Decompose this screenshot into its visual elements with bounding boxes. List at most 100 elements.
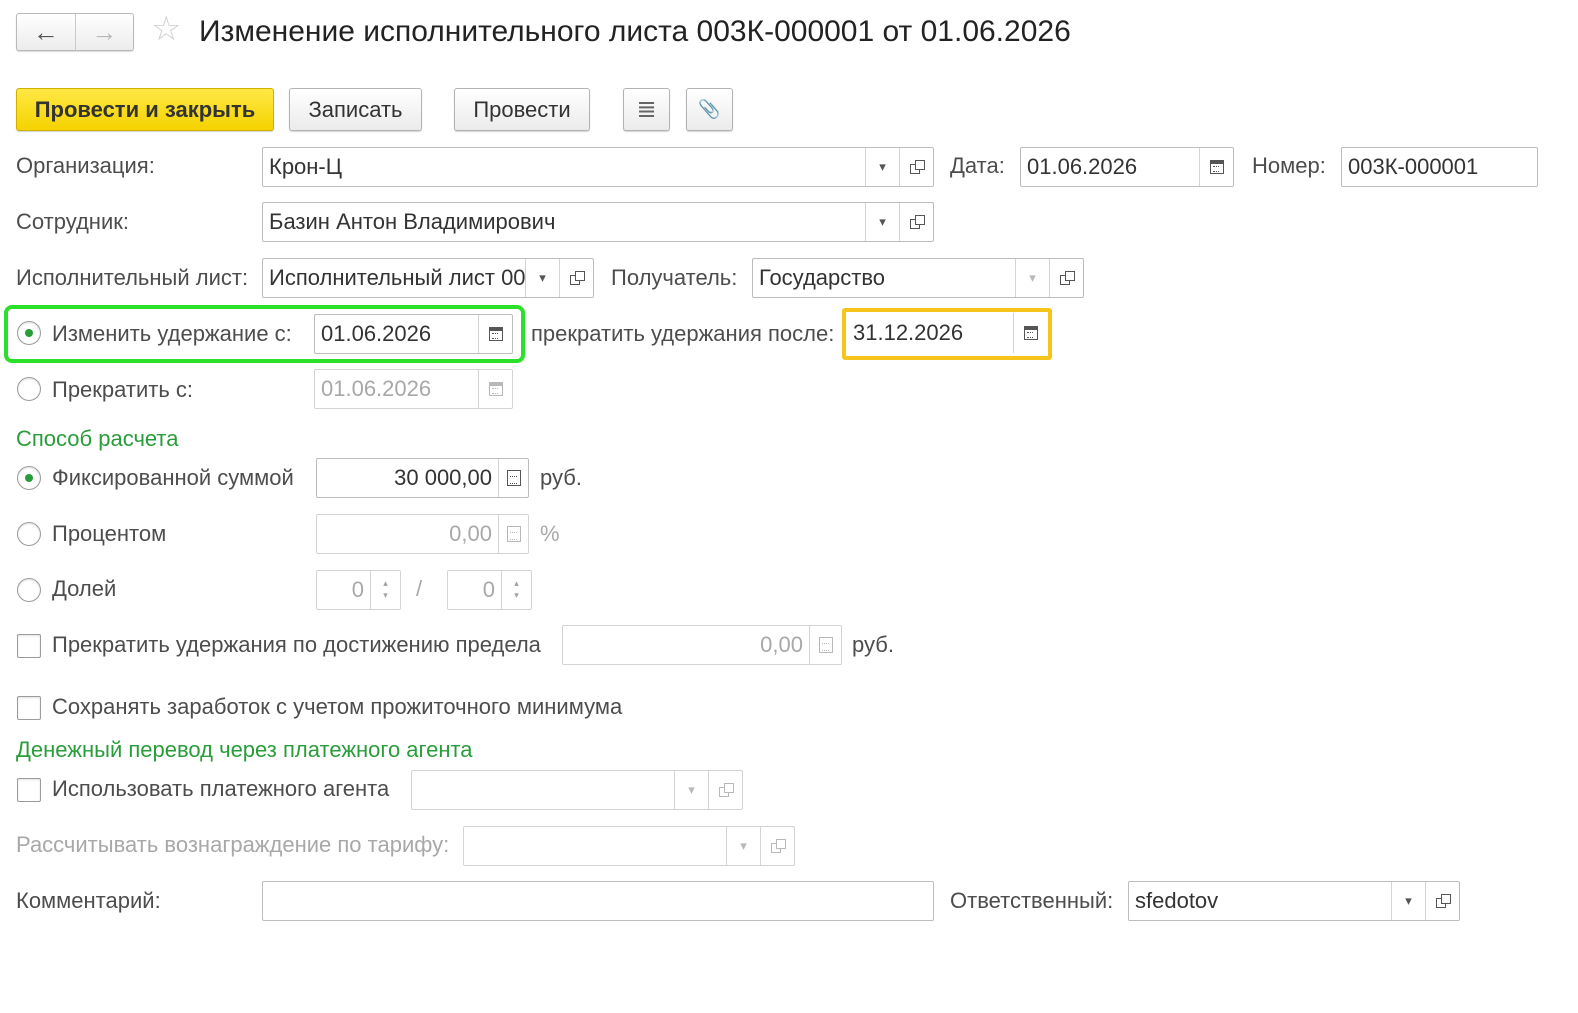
change-from-date-value[interactable]: 01.06.2026	[315, 315, 478, 353]
stop-after-date-value[interactable]: 31.12.2026	[847, 313, 1013, 353]
open-icon[interactable]	[760, 827, 794, 865]
calendar-icon[interactable]	[478, 315, 512, 353]
fixed-amount-unit: руб.	[540, 465, 582, 490]
limit-label: Прекратить удержания по достижению преде…	[52, 632, 541, 657]
organization-label: Организация:	[16, 153, 155, 178]
agent-field[interactable]: ▾	[411, 770, 743, 810]
writ-label: Исполнительный лист:	[16, 265, 249, 290]
change-from-radio[interactable]	[17, 321, 41, 345]
fixed-amount-value[interactable]: 30 000,00	[317, 459, 498, 497]
organization-value[interactable]: Крон-Ц	[263, 148, 865, 186]
responsible-field[interactable]: sfedotov ▾	[1128, 881, 1460, 921]
dropdown-icon[interactable]: ▾	[726, 827, 760, 865]
open-icon[interactable]	[1425, 882, 1459, 920]
stop-from-radio[interactable]	[17, 377, 41, 401]
tariff-label: Рассчитывать вознаграждение по тарифу:	[16, 832, 450, 857]
tariff-value[interactable]	[464, 827, 726, 865]
agent-value[interactable]	[412, 771, 674, 809]
number-value[interactable]: 003К-000001	[1342, 148, 1537, 186]
dropdown-icon[interactable]: ▾	[1015, 259, 1049, 297]
spinner-icon[interactable]: ▴ ▾	[501, 571, 531, 609]
date-field[interactable]: 01.06.2026	[1020, 147, 1234, 187]
page-title: Изменение исполнительного листа 003К-000…	[199, 15, 1071, 48]
recipient-label: Получатель:	[611, 265, 738, 290]
stop-after-label: прекратить удержания после:	[531, 321, 835, 346]
percent-unit: %	[540, 521, 560, 546]
stop-after-date-field[interactable]: 31.12.2026	[847, 313, 1047, 353]
calendar-icon[interactable]	[478, 370, 512, 408]
percent-field[interactable]: 0,00	[316, 514, 529, 554]
spinner-icon[interactable]: ▴ ▾	[370, 571, 400, 609]
open-icon[interactable]	[1049, 259, 1083, 297]
recipient-value[interactable]: Государство	[753, 259, 1015, 297]
change-from-date-field[interactable]: 01.06.2026	[314, 314, 513, 354]
comment-label: Комментарий:	[16, 888, 161, 913]
keep-minimum-checkbox[interactable]	[17, 696, 41, 720]
dropdown-icon[interactable]: ▾	[865, 148, 899, 186]
save-button[interactable]: Записать	[289, 88, 422, 131]
organization-field[interactable]: Крон-Ц ▾	[262, 147, 934, 187]
employee-value[interactable]: Базин Антон Владимирович	[263, 203, 865, 241]
use-agent-checkbox[interactable]	[17, 778, 41, 802]
report-icon[interactable]: ≣	[623, 88, 670, 131]
favorite-star-icon[interactable]: ☆	[151, 12, 181, 46]
limit-value[interactable]: 0,00	[563, 626, 809, 664]
writ-value[interactable]: Исполнительный лист 00	[263, 259, 525, 297]
dropdown-icon[interactable]: ▾	[674, 771, 708, 809]
transfer-section-header: Денежный перевод через платежного агента	[16, 737, 473, 762]
percent-value[interactable]: 0,00	[317, 515, 498, 553]
share-numerator-field[interactable]: 0 ▴ ▾	[316, 570, 401, 610]
percent-label: Процентом	[52, 521, 167, 546]
back-arrow-icon[interactable]: ←	[17, 14, 75, 50]
attach-icon[interactable]: 📎	[686, 88, 733, 131]
open-icon[interactable]	[708, 771, 742, 809]
number-field[interactable]: 003К-000001	[1341, 147, 1538, 187]
date-value[interactable]: 01.06.2026	[1021, 148, 1199, 186]
writ-field[interactable]: Исполнительный лист 00 ▾	[262, 258, 594, 298]
stop-from-date-field[interactable]: 01.06.2026	[314, 369, 513, 409]
dropdown-icon[interactable]: ▾	[1391, 882, 1425, 920]
stop-from-label: Прекратить с:	[52, 377, 194, 402]
share-numerator-value[interactable]: 0	[317, 571, 370, 609]
calculator-icon[interactable]	[498, 515, 528, 553]
fixed-amount-radio[interactable]	[17, 466, 41, 490]
percent-radio[interactable]	[17, 522, 41, 546]
post-and-close-button[interactable]: Провести и закрыть	[16, 88, 274, 131]
number-label: Номер:	[1252, 153, 1326, 178]
tariff-field[interactable]: ▾	[463, 826, 795, 866]
limit-field[interactable]: 0,00	[562, 625, 842, 665]
fixed-amount-field[interactable]: 30 000,00	[316, 458, 529, 498]
use-agent-label: Использовать платежного агента	[52, 776, 390, 801]
fixed-amount-label: Фиксированной суммой	[52, 465, 294, 490]
recipient-field[interactable]: Государство ▾	[752, 258, 1084, 298]
dropdown-icon[interactable]: ▾	[525, 259, 559, 297]
comment-value[interactable]	[263, 882, 933, 920]
share-radio[interactable]	[17, 578, 41, 602]
responsible-value[interactable]: sfedotov	[1129, 882, 1391, 920]
employee-label: Сотрудник:	[16, 209, 129, 234]
calendar-icon[interactable]	[1199, 148, 1233, 186]
change-from-label: Изменить удержание с:	[52, 321, 292, 346]
comment-field[interactable]	[262, 881, 934, 921]
share-label: Долей	[52, 576, 117, 601]
keep-minimum-label: Сохранять заработок с учетом прожиточног…	[52, 694, 623, 719]
open-icon[interactable]	[899, 148, 933, 186]
share-denominator-field[interactable]: 0 ▴ ▾	[447, 570, 532, 610]
limit-unit: руб.	[852, 632, 894, 657]
stop-from-date-value[interactable]: 01.06.2026	[315, 370, 478, 408]
share-separator: /	[416, 576, 423, 601]
open-icon[interactable]	[899, 203, 933, 241]
calendar-icon[interactable]	[1013, 313, 1047, 353]
open-icon[interactable]	[559, 259, 593, 297]
calculator-icon[interactable]	[498, 459, 528, 497]
limit-checkbox[interactable]	[17, 634, 41, 658]
post-button[interactable]: Провести	[454, 88, 590, 131]
share-denominator-value[interactable]: 0	[448, 571, 501, 609]
dropdown-icon[interactable]: ▾	[865, 203, 899, 241]
employee-field[interactable]: Базин Антон Владимирович ▾	[262, 202, 934, 242]
forward-arrow-icon[interactable]: →	[74, 14, 134, 50]
date-label: Дата:	[950, 153, 1005, 178]
calculator-icon[interactable]	[809, 626, 841, 664]
navigation-buttons: ← →	[16, 13, 134, 51]
calc-section-header: Способ расчета	[16, 426, 179, 451]
